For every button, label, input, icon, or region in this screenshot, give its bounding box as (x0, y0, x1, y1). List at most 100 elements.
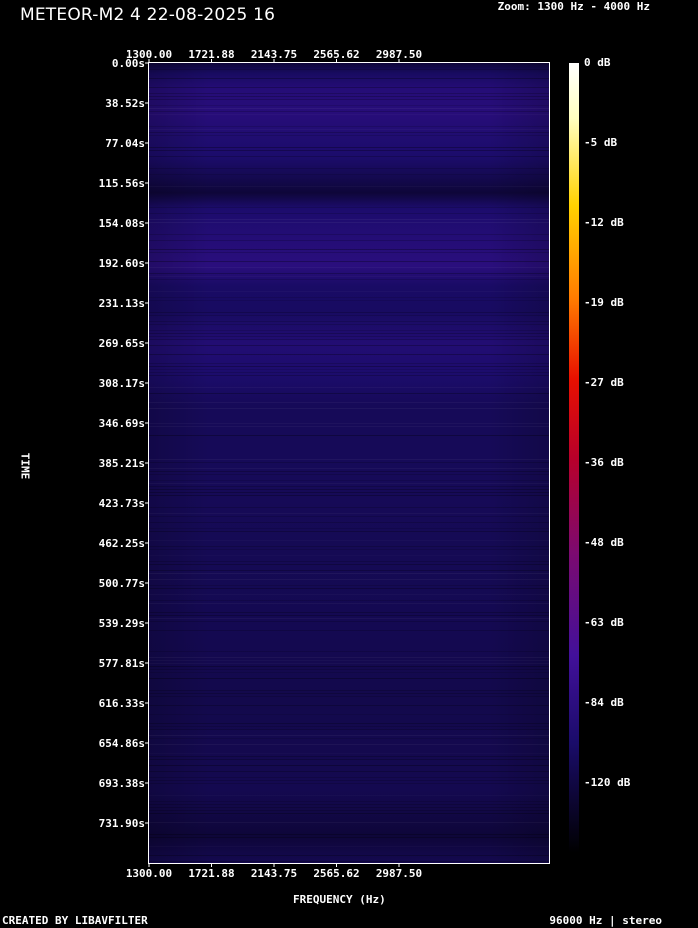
texture-line (149, 483, 549, 484)
texture-line (149, 585, 549, 586)
texture-line (149, 474, 549, 475)
y-axis: 0.00s 38.52s 77.04s 115.56s 154.08s 192.60s 23… (99, 57, 149, 830)
x-tick-label: 1721.88 (188, 867, 234, 880)
x-tick-label: 2143.75 (251, 48, 297, 61)
texture-line (149, 132, 549, 133)
x-tick-label: 2987.50 (376, 48, 422, 61)
texture-line (149, 579, 549, 580)
texture-line (149, 603, 549, 604)
texture-line (149, 78, 549, 79)
footer-credit: CREATED BY LIBAVFILTER (2, 914, 148, 927)
y-tick-label: 616.33s (99, 697, 145, 710)
texture-line (149, 693, 549, 694)
colorbar-label: -5 dB (584, 136, 617, 149)
colorbar-labels: 0 dB -5 dB -12 dB -19 dB -27 dB -36 dB -48 dB -… (584, 56, 631, 789)
texture-line (149, 312, 549, 313)
y-tick-label: 423.73s (99, 497, 145, 510)
texture-line (149, 495, 549, 496)
texture-line (149, 375, 549, 376)
colorbar (569, 63, 579, 853)
texture-line (149, 549, 549, 550)
texture-line (149, 168, 549, 169)
y-tick-label: 346.69s (99, 417, 145, 430)
y-tick-label: 731.90s (99, 817, 145, 830)
y-tick-label: 0.00s (112, 57, 145, 70)
texture-line (149, 273, 549, 274)
y-axis-title: TIME (18, 452, 32, 480)
colorbar-label: -48 dB (584, 536, 624, 549)
texture-line (149, 618, 549, 619)
texture-line (149, 486, 549, 487)
colorbar-label: 0 dB (584, 56, 611, 69)
texture-line (149, 174, 549, 175)
y-tick-label: 654.86s (99, 737, 145, 750)
colorbar-label: -19 dB (584, 296, 624, 309)
texture-line (149, 252, 549, 253)
texture-line (149, 207, 549, 208)
texture-line (149, 336, 549, 337)
texture-line (149, 135, 549, 136)
texture-line (149, 705, 549, 706)
texture-line (149, 861, 549, 862)
texture-line (149, 777, 549, 778)
texture-line (149, 150, 549, 151)
y-tick-label: 385.21s (99, 457, 145, 470)
texture-line (149, 759, 549, 760)
colorbar-label: -120 dB (584, 776, 631, 789)
texture-line (149, 738, 549, 739)
texture-line (149, 600, 549, 601)
x-tick-label: 1721.88 (188, 48, 234, 61)
texture-line (149, 834, 549, 835)
texture-line (149, 660, 549, 661)
texture-line (149, 666, 549, 667)
texture-line (149, 690, 549, 691)
texture-line (149, 267, 549, 268)
texture-line (149, 669, 549, 670)
x-axis-title: FREQUENCY (Hz) (293, 893, 386, 906)
texture-line (149, 696, 549, 697)
texture-line (149, 324, 549, 325)
y-tick-label: 192.60s (99, 257, 145, 270)
y-tick-label: 38.52s (105, 97, 145, 110)
texture-line (149, 846, 549, 847)
texture-line (149, 726, 549, 727)
x-axis-top: 1300.00 1721.88 2143.75 2565.62 2987.50 (126, 48, 422, 63)
texture-line (149, 129, 549, 130)
texture-line (149, 570, 549, 571)
texture-line (149, 297, 549, 298)
texture-line (149, 69, 549, 70)
texture-line (149, 354, 549, 355)
y-tick-label: 693.38s (99, 777, 145, 790)
texture-line (149, 276, 549, 277)
texture-line (149, 783, 549, 784)
texture-line (149, 744, 549, 745)
texture-line (149, 261, 549, 262)
texture-line (149, 105, 549, 106)
x-tick-label: 2987.50 (376, 867, 422, 880)
texture-line (149, 801, 549, 802)
texture-line (149, 561, 549, 562)
texture-line (149, 753, 549, 754)
texture-line (149, 813, 549, 814)
texture-line (149, 249, 549, 250)
texture-line (149, 573, 549, 574)
colorbar-label: -36 dB (584, 456, 624, 469)
texture-line (149, 372, 549, 373)
colorbar-label: -63 dB (584, 616, 624, 629)
colorbar-label: -12 dB (584, 216, 624, 229)
texture-line (149, 462, 549, 463)
y-tick-label: 577.81s (99, 657, 145, 670)
colorbar-label: -84 dB (584, 696, 624, 709)
colorbar-label: -27 dB (584, 376, 624, 389)
texture-line (149, 489, 549, 490)
texture-line (149, 93, 549, 94)
texture-line (149, 588, 549, 589)
texture-line (149, 186, 549, 187)
texture-line (149, 402, 549, 403)
texture-line (149, 594, 549, 595)
texture-line (149, 615, 549, 616)
x-tick-label: 2565.62 (313, 48, 359, 61)
texture-line (149, 657, 549, 658)
texture-line (149, 366, 549, 367)
texture-line (149, 678, 549, 679)
